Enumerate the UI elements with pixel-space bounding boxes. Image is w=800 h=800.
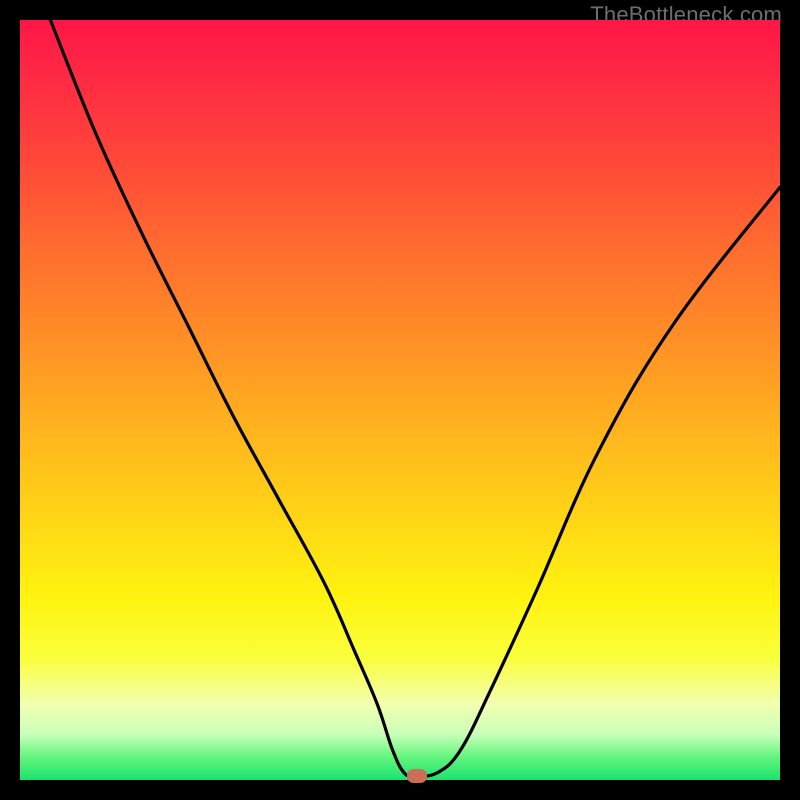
chart-frame: TheBottleneck.com [0, 0, 800, 800]
optimum-marker [407, 769, 427, 783]
bottleneck-curve [20, 20, 780, 780]
plot-area [20, 20, 780, 780]
curve-path [50, 20, 780, 776]
